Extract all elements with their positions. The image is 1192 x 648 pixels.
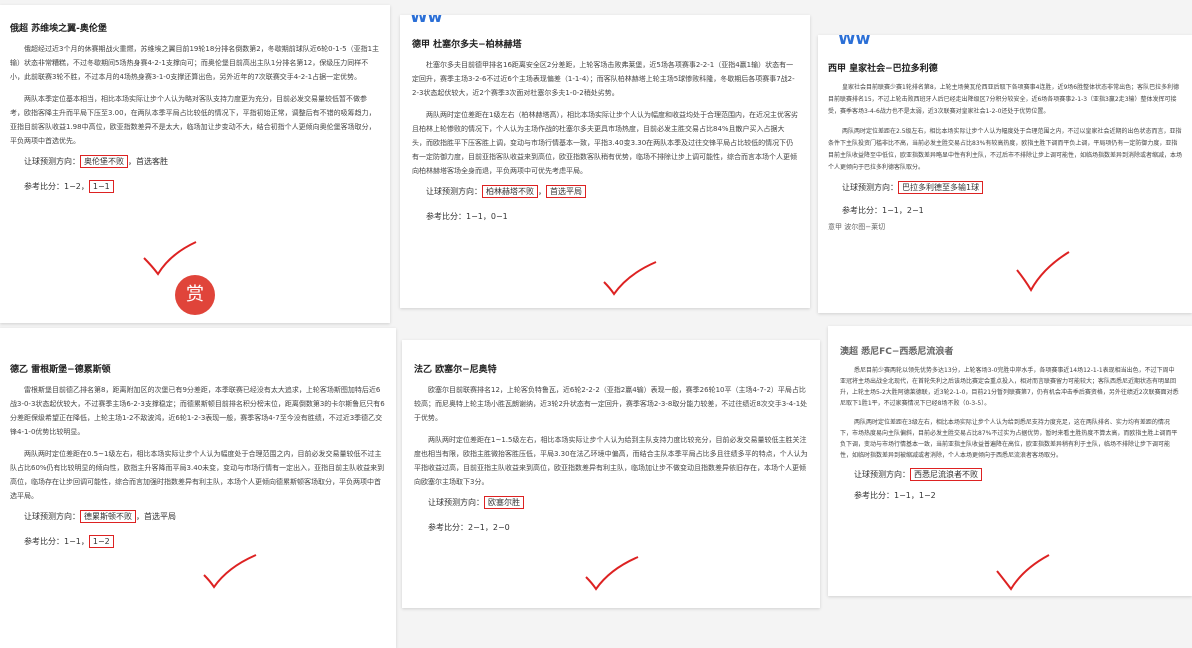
paragraph: 欧塞尔目前联赛排名12，上轮客负特鲁瓦，近6轮2-2-2（亚指2赢4输）表现一般… — [414, 386, 808, 422]
score-row: 参考比分：1−1，0−1 — [426, 212, 508, 221]
score-row: 参考比分：1−1，2−1 — [842, 206, 924, 215]
article-title: 德甲 杜塞尔多夫−柏林赫塔 — [412, 40, 522, 50]
score-row: 参考比分：1−1，1−2 — [24, 535, 386, 548]
prediction-box: 西悉尼流浪者不败 — [910, 468, 982, 481]
site-logo: Ww — [838, 35, 871, 48]
check-mark-icon — [203, 554, 257, 589]
prediction-label: 让球预测方向： — [854, 470, 910, 479]
check-mark-icon — [1016, 251, 1070, 293]
paragraph: 皇家社会目前联赛少赛1轮排名第8，上轮主场莫瓦伦西亚后取下各项赛事4连胜，近9场… — [828, 84, 1180, 115]
prediction-label: 让球预测方向： — [842, 183, 898, 192]
article-card-6: 澳超 悉尼FC−西悉尼流浪者 悉尼目前少赛两轮以领先优势多达13分，上轮客场3-… — [828, 326, 1192, 596]
paragraph: 两队两时定位差距在1级左右（柏林赫塔高），相比本场实际让步个人认为幅度和收益均处… — [412, 111, 798, 175]
prediction-label: 让球预测方向： — [24, 157, 80, 166]
article-title: 澳超 悉尼FC−西悉尼流浪者 — [840, 347, 954, 357]
site-logo: Ww — [410, 15, 443, 26]
article-title: 西甲 皇家社会−巴拉多利德 — [828, 64, 938, 74]
prediction-row: 让球预测方向： 西悉尼流浪者不败 — [854, 468, 1180, 481]
paragraph: 两队两时定位差距在2.5级左右，相比本场实际让步个人认为幅度处于合理范围之内，不… — [828, 128, 1183, 171]
score-row: 参考比分：1−2， 1−1 — [24, 180, 380, 193]
score-box: 1−1 — [88, 180, 114, 193]
article-card-4: 德乙 雷根斯堡−德累斯顿 雷根斯堡目前德乙排名第8，距离附加区的次堡已有9分差距… — [0, 328, 396, 648]
prediction-box: 柏林赫塔不败 — [482, 185, 538, 198]
paragraph: 悉尼目前少赛两轮以领先优势多达13分，上轮客场3-0完胜中岸水手，各项赛事近14… — [840, 367, 1179, 407]
paragraph: 杜塞尔多夫目前德甲排名16距离安全区2分差距，上轮客场击败弗莱堡，近5场各项赛事… — [412, 61, 795, 97]
prediction-extra: 首选平局 — [144, 512, 176, 521]
prediction-row: 让球预测方向： 柏林赫塔不败，首选平局 — [426, 185, 798, 198]
prediction-box: 欧塞尔胜 — [484, 496, 524, 509]
check-mark-icon — [996, 554, 1050, 591]
prediction-row: 让球预测方向： 奥伦堡不败 ，首选客胜 — [24, 155, 168, 168]
article-title: 德乙 雷根斯堡−德累斯顿 — [10, 365, 111, 375]
next-title: 意甲 波尔图−莱切 — [828, 223, 886, 231]
paragraph: 雷根斯堡目前德乙排名第8，距离附加区的次堡已有9分差距，本季联赛已经没有太大追求… — [10, 386, 385, 436]
reward-button[interactable]: 赏 — [175, 275, 215, 315]
check-mark-icon — [603, 261, 657, 296]
prediction-row: 让球预测方向： 欧塞尔胜 — [428, 496, 808, 509]
score-row: 参考比分：2−1，2−0 — [428, 523, 510, 532]
score-label: 参考比分：1−1 — [24, 537, 81, 546]
article-card-2: Ww 德甲 杜塞尔多夫−柏林赫塔 杜塞尔多夫目前德甲排名16距离安全区2分差距，… — [400, 15, 810, 308]
score-label: 参考比分：1−2 — [24, 182, 81, 191]
prediction-box: 德累斯顿不败 — [80, 510, 136, 523]
article-title: 法乙 欧塞尔−尼奥特 — [414, 365, 497, 375]
paragraph: 两队本季定位基本相当，相比本场实际让步个人认为略对客队支持力度更为充分，目前必发… — [10, 95, 376, 145]
prediction-box: 巴拉多利德至多输1球 — [898, 181, 984, 194]
article-card-5: 法乙 欧塞尔−尼奥特 欧塞尔目前联赛排名12，上轮客负特鲁瓦，近6轮2-2-2（… — [402, 340, 820, 608]
prediction-extra: 首选平局 — [546, 185, 586, 198]
prediction-row: 让球预测方向： 巴拉多利德至多输1球 — [842, 181, 1182, 194]
check-mark-icon — [143, 241, 197, 276]
paragraph: 两队两时定位差距在3级左右，相比本场实际让步个人认为给到悉尼支持力度充足，这在两… — [840, 419, 1178, 459]
paragraph: 俄超经过近3个月的休赛期战火重燃，苏维埃之翼目前19轮18分排名倒数第2，冬歇期… — [10, 45, 380, 81]
prediction-box: 奥伦堡不败 — [80, 155, 128, 168]
check-mark-icon — [585, 556, 639, 591]
paragraph: 两队两时定位差距在1~1.5级左右，相比本场实际让步个人认为给到主队支持力度比较… — [414, 436, 808, 486]
article-title: 俄超 苏维埃之翼-奥伦堡 — [10, 24, 107, 34]
prediction-label: 让球预测方向： — [426, 187, 482, 196]
prediction-label: 让球预测方向： — [24, 512, 80, 521]
prediction-label: 让球预测方向： — [428, 498, 484, 507]
score-box: 1−2 — [88, 535, 114, 548]
paragraph: 两队两时定位差距在0.5~1级左右，相比本场实际让步个人认为幅度处于合理范围之内… — [10, 450, 385, 500]
score-row: 参考比分：1−1，1−2 — [854, 491, 936, 500]
article-card-3: Ww 西甲 皇家社会−巴拉多利德 皇家社会目前联赛少赛1轮排名第8，上轮主场莫瓦… — [818, 35, 1192, 313]
prediction-row: 让球预测方向： 德累斯顿不败 ，首选平局 — [24, 510, 176, 523]
prediction-extra: 首选客胜 — [136, 157, 168, 166]
